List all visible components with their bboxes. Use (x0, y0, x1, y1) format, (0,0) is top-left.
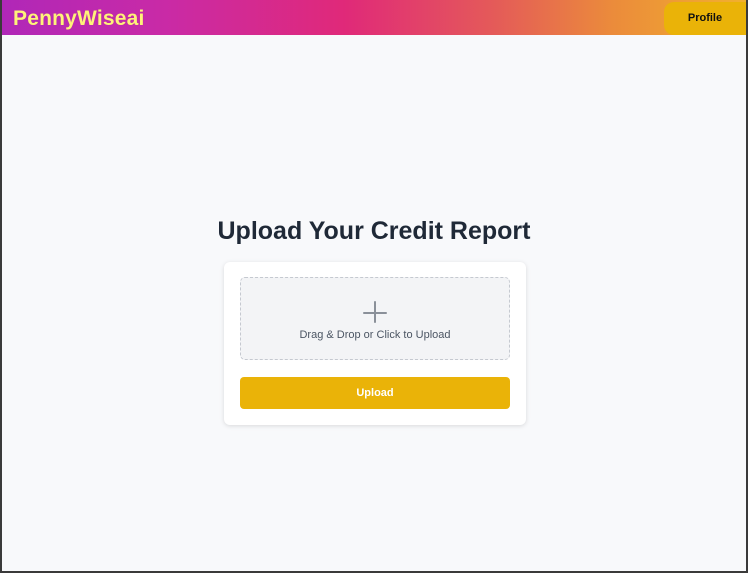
app-window: PennyWiseai Profile Upload Your Credit R… (0, 0, 748, 573)
upload-card: Drag & Drop or Click to Upload Upload (224, 262, 526, 425)
top-navbar: PennyWiseai Profile (2, 0, 746, 35)
profile-button[interactable]: Profile (664, 2, 746, 35)
brand-logo[interactable]: PennyWiseai (13, 6, 145, 32)
page-title: Upload Your Credit Report (217, 217, 531, 245)
plus-icon (363, 301, 387, 325)
dropzone-label: Drag & Drop or Click to Upload (299, 329, 451, 341)
file-dropzone[interactable]: Drag & Drop or Click to Upload (240, 277, 510, 360)
upload-button[interactable]: Upload (240, 377, 510, 409)
